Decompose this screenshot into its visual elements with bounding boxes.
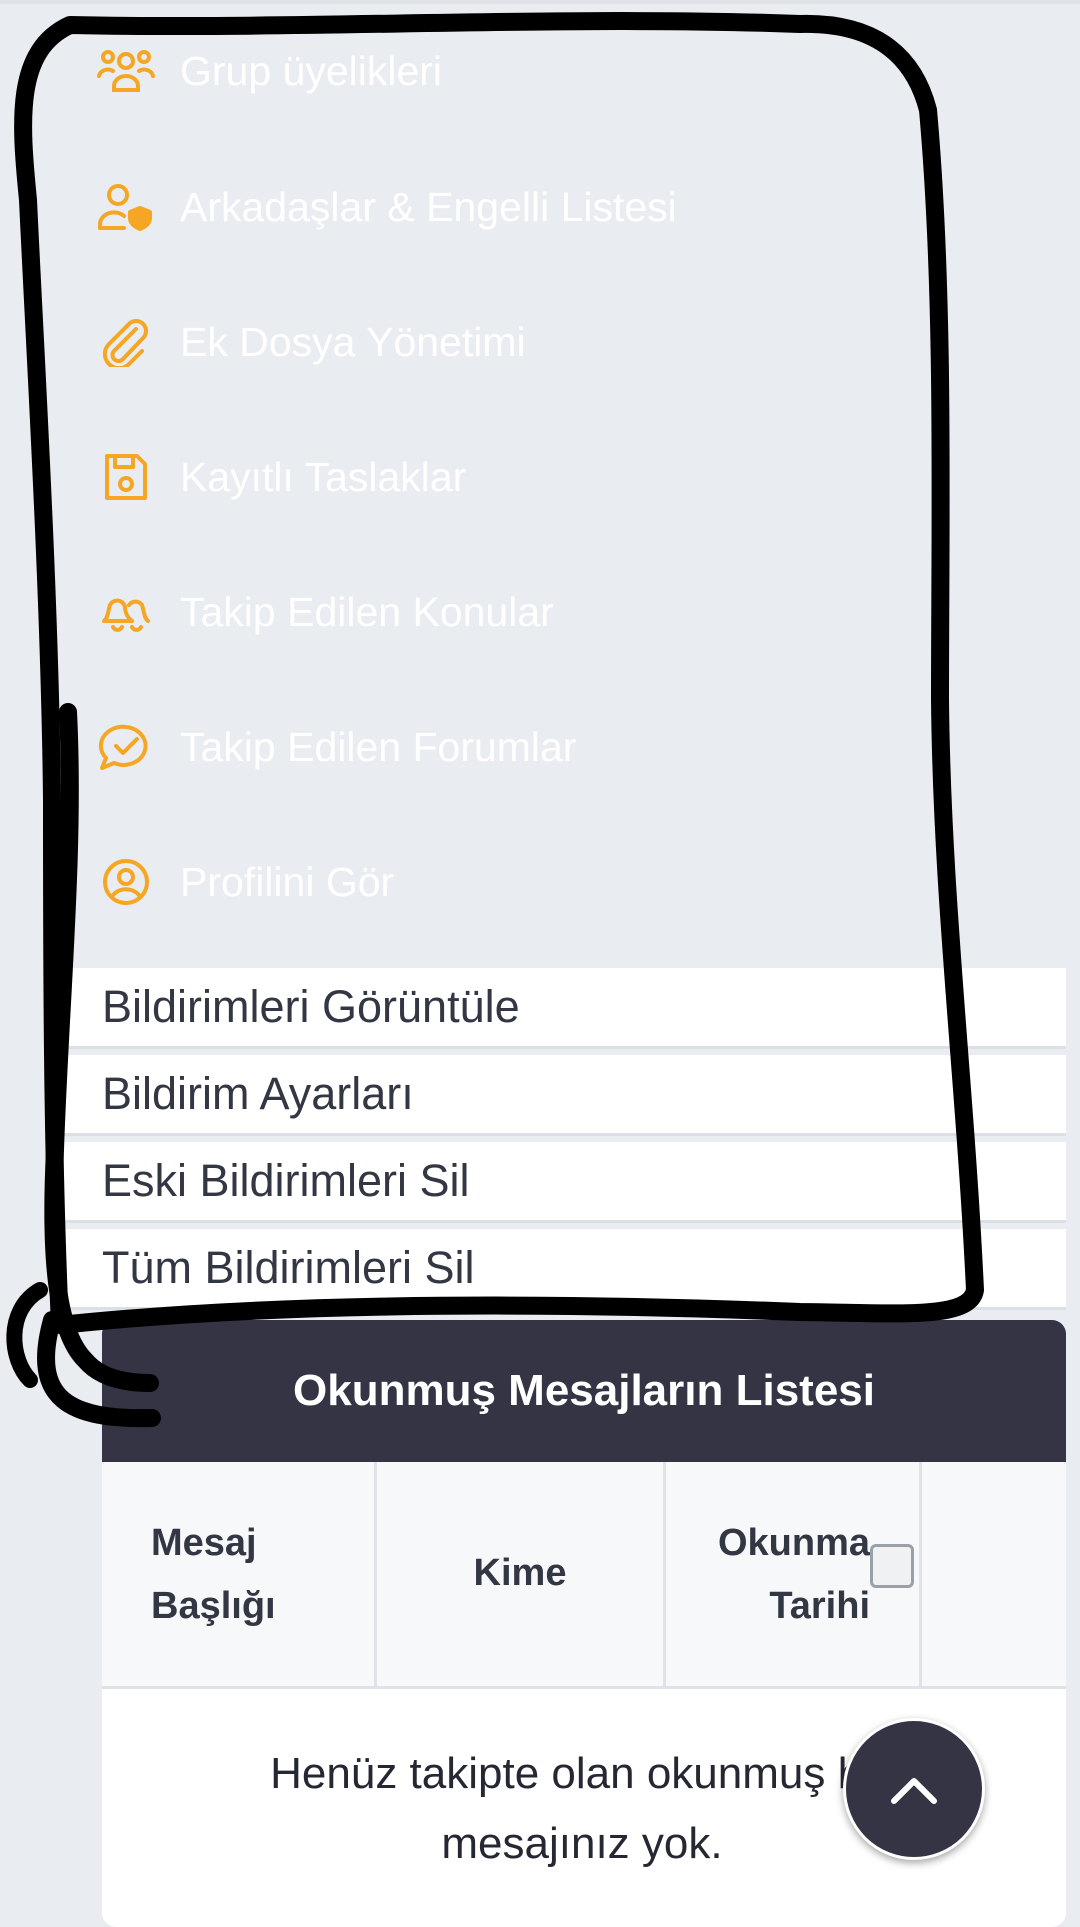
menu-item-label: Kayıtlı Taslaklar — [180, 454, 467, 500]
view-notifications-link[interactable]: Bildirimleri Görüntüle — [52, 968, 1066, 1049]
select-all-checkbox[interactable] — [870, 1544, 914, 1588]
column-to[interactable]: Kime — [377, 1462, 666, 1686]
delete-old-notifications-link[interactable]: Eski Bildirimleri Sil — [52, 1142, 1066, 1223]
panel-header: Okunmuş Mesajların Listesi — [102, 1320, 1066, 1462]
action-label: Bildirimleri Görüntüle — [102, 981, 520, 1032]
bells-icon — [96, 587, 156, 637]
menu-item-friends-blocked[interactable]: Arkadaşlar & Engelli Listesi — [0, 162, 1000, 252]
user-shield-icon — [96, 182, 156, 232]
action-label: Tüm Bildirimleri Sil — [102, 1242, 475, 1293]
table-header: Mesaj Başlığı Kime Okunma Tarihi — [102, 1462, 1066, 1689]
menu-item-label: Grup üyelikleri — [180, 48, 443, 94]
chat-check-icon — [96, 722, 156, 772]
menu-item-label: Takip Edilen Konular — [180, 589, 554, 635]
user-circle-icon — [96, 857, 156, 907]
action-label: Eski Bildirimleri Sil — [102, 1155, 470, 1206]
panel-title: Okunmuş Mesajların Listesi — [293, 1366, 875, 1415]
column-read-date-line2: Tarihi — [769, 1585, 870, 1627]
column-read-date-line1: Okunma — [717, 1522, 870, 1564]
scroll-to-top-button[interactable] — [843, 1718, 985, 1860]
menu-item-saved-drafts[interactable]: Kayıtlı Taslaklar — [0, 432, 1000, 522]
menu-item-followed-topics[interactable]: Takip Edilen Konular — [0, 567, 1000, 657]
paperclip-icon — [96, 317, 156, 371]
menu-item-attachments[interactable]: Ek Dosya Yönetimi — [0, 297, 1000, 387]
group-icon — [96, 46, 156, 96]
menu-item-label: Profilini Gör — [180, 859, 395, 905]
menu-item-label: Takip Edilen Forumlar — [180, 724, 577, 770]
column-subject-line2: Başlığı — [151, 1585, 276, 1627]
notification-settings-link[interactable]: Bildirim Ayarları — [52, 1055, 1066, 1136]
column-subject-line1: Mesaj — [151, 1522, 257, 1564]
menu-item-view-profile[interactable]: Profilini Gör — [0, 837, 1000, 927]
column-to-label: Kime — [473, 1552, 567, 1594]
menu-item-followed-forums[interactable]: Takip Edilen Forumlar — [0, 702, 1000, 792]
menu-item-label: Arkadaşlar & Engelli Listesi — [180, 184, 677, 230]
floppy-disk-icon — [96, 452, 156, 502]
top-divider — [0, 0, 1080, 4]
menu-item-label: Ek Dosya Yönetimi — [180, 319, 526, 365]
column-subject[interactable]: Mesaj Başlığı — [102, 1462, 377, 1686]
delete-all-notifications-link[interactable]: Tüm Bildirimleri Sil — [52, 1229, 1066, 1310]
action-label: Bildirim Ayarları — [102, 1068, 414, 1119]
chevron-up-icon — [891, 1778, 937, 1804]
menu-item-group-memberships[interactable]: Grup üyelikleri — [0, 26, 1000, 116]
